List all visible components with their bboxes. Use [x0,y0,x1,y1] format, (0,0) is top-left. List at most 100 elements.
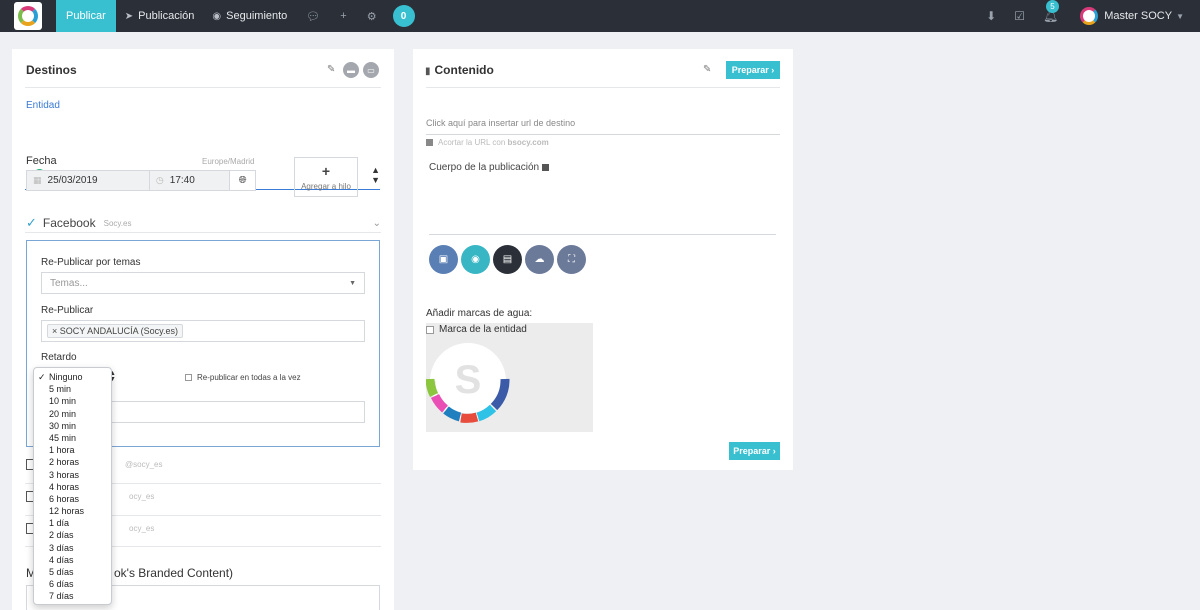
facebook-destination-row[interactable]: ✓ Facebook Socy.es ⌄ [26,214,381,232]
socy-watermark-logo: S [425,343,510,423]
download-icon[interactable]: ⬇ [986,9,996,23]
retardo-option[interactable]: 6 horas [34,493,111,505]
retardo-option[interactable]: 4 días [34,554,111,566]
gear-icon[interactable]: ⚙ [357,10,387,23]
user-name[interactable]: Master SOCY [1104,10,1172,22]
retardo-option[interactable]: 5 min [34,383,111,395]
republicar-temas-label: Re-Publicar por temas [41,257,141,268]
updown-arrows-icon: ▲ ▼ [371,164,380,185]
timezone-label: Europe/Madrid [202,157,255,166]
media-buttons: ▣ ◉ ▤ ☁ ⛶ [429,245,589,274]
globe-icon[interactable]: 🌐︎ [229,171,255,190]
entidad-label: Entidad [26,100,60,111]
body-textarea-border[interactable] [429,234,776,235]
chat-icon[interactable]: 💬︎ [296,10,330,23]
body-label-text: Cuerpo de la publicación [429,162,540,173]
url-input[interactable]: Click aquí para insertar url de destino [426,118,780,135]
retardo-option[interactable]: 30 min [34,420,111,432]
facebook-name: Facebook [42,216,96,230]
facebook-icon [542,163,550,171]
crop-icon[interactable]: ⛶ [557,245,586,274]
retardo-option[interactable]: 7 días [34,590,111,602]
nav-seguimiento-label: Seguimiento [226,10,288,22]
eraser-icon[interactable]: ✎ [327,64,335,75]
checkbox-box [426,325,434,334]
plus-icon: + [321,162,331,179]
chevron-down-icon[interactable]: ⌄ [373,218,381,229]
bell-icon[interactable]: 🔔︎ 5 [1043,0,1059,23]
branded-content-label: ok's Branded Content) [114,566,234,580]
target-icon: ◉ [212,10,222,22]
fecha-label: Fecha [26,155,57,167]
retardo-option[interactable]: 10 min [34,395,111,407]
retardo-option[interactable]: 3 días [34,542,111,554]
retardo-option[interactable]: 2 días [34,529,111,541]
retardo-option[interactable]: 4 horas [34,481,111,493]
account-handle-1: @socy_es [125,460,163,469]
date-value: 25/03/2019 [47,175,98,186]
destinos-title: Destinos [26,63,77,77]
date-input[interactable]: ▦ 25/03/2019 [27,171,150,190]
paper-plane-icon: ➤ [124,10,134,22]
eraser-icon[interactable]: ✎ [703,64,711,75]
retardo-option[interactable]: 6 días [34,578,111,590]
nav-publicacion[interactable]: ➤ Publicación [116,0,204,32]
retardo-option[interactable]: 12 horas [34,505,111,517]
republicar-todas-checkbox[interactable]: Re-publicar en todas a la vez [185,373,301,382]
watermark-preview: S [425,323,593,432]
user-avatar[interactable] [1080,7,1099,25]
retardo-option[interactable]: 5 días [34,566,111,578]
checkbox-box [185,374,192,381]
document-attach-icon[interactable]: ▤ [493,245,522,274]
preparar-button-top[interactable]: Preparar › [726,61,780,79]
watermark-label: Añadir marcas de agua: [426,308,533,319]
logo-mark [18,6,38,26]
document-icon: ▮ [425,66,431,77]
retardo-option[interactable]: 1 día [34,517,111,529]
check-icon: ✓ [26,215,37,230]
tasks-check-icon[interactable]: ☑ [1014,9,1025,23]
retardo-option[interactable]: Ninguno [34,371,111,383]
cloud-icon[interactable]: ☁ [525,245,554,274]
chevron-down-icon[interactable]: ▼ [1176,12,1184,21]
retardo-option[interactable]: 2 horas [34,456,111,468]
image-icon[interactable]: ▣ [429,245,458,274]
republicar-input[interactable]: × SOCY ANDALUCÍA (Socy.es) [41,320,365,342]
calendar-icon: ▦ [33,175,42,185]
body-label: Cuerpo de la publicación [429,162,550,173]
preparar-button-bottom[interactable]: Preparar › [729,442,780,460]
account-handle-3: ocy_es [129,524,155,533]
caret-down-icon: ▼ [349,279,356,287]
account-handle-2: ocy_es [129,492,155,501]
retardo-option[interactable]: 1 hora [34,444,111,456]
shorten-domain: bsocy.com [507,138,549,147]
globe-link-icon[interactable]: ◉ [461,245,490,274]
retardo-option[interactable]: 3 horas [34,469,111,481]
plus-icon[interactable]: + [330,10,356,22]
facebook-page-name: Socy.es [103,218,132,228]
folder-open-icon[interactable]: ▭ [363,62,379,78]
svg-text:S: S [455,358,482,402]
checked-box-icon [426,139,433,146]
retardo-option[interactable]: 20 min [34,408,111,420]
time-input[interactable]: ◷ 17:40 [150,171,229,190]
republicar-todas-label: Re-publicar en todas a la vez [197,373,301,382]
retardo-label: Retardo [41,352,77,363]
retardo-option[interactable]: 45 min [34,432,111,444]
time-value: 17:40 [169,175,195,186]
shorten-label: Acortar la URL con [438,138,506,147]
pending-counter-badge[interactable]: 0 [392,5,415,27]
watermark-entity-checkbox[interactable]: Marca de la entidad [426,324,527,335]
socy-logo[interactable] [14,2,42,30]
contenido-title-text: Contenido [434,63,494,77]
temas-placeholder: Temas... [50,277,88,289]
republicar-tag[interactable]: × SOCY ANDALUCÍA (Socy.es) [47,324,183,338]
retardo-dropdown[interactable]: Ninguno5 min10 min20 min30 min45 min1 ho… [33,367,112,605]
watermark-entity-label: Marca de la entidad [439,324,527,335]
nav-publicar[interactable]: Publicar [56,0,116,32]
nav-seguimiento[interactable]: ◉ Seguimiento [203,0,296,32]
add-to-thread-button[interactable]: + Agregar a hilo [294,157,358,197]
folder-icon[interactable]: ▬ [343,62,359,78]
temas-select[interactable]: Temas... ▼ [41,272,365,294]
shorten-url-checkbox[interactable]: Acortar la URL con bsocy.com [426,138,549,147]
